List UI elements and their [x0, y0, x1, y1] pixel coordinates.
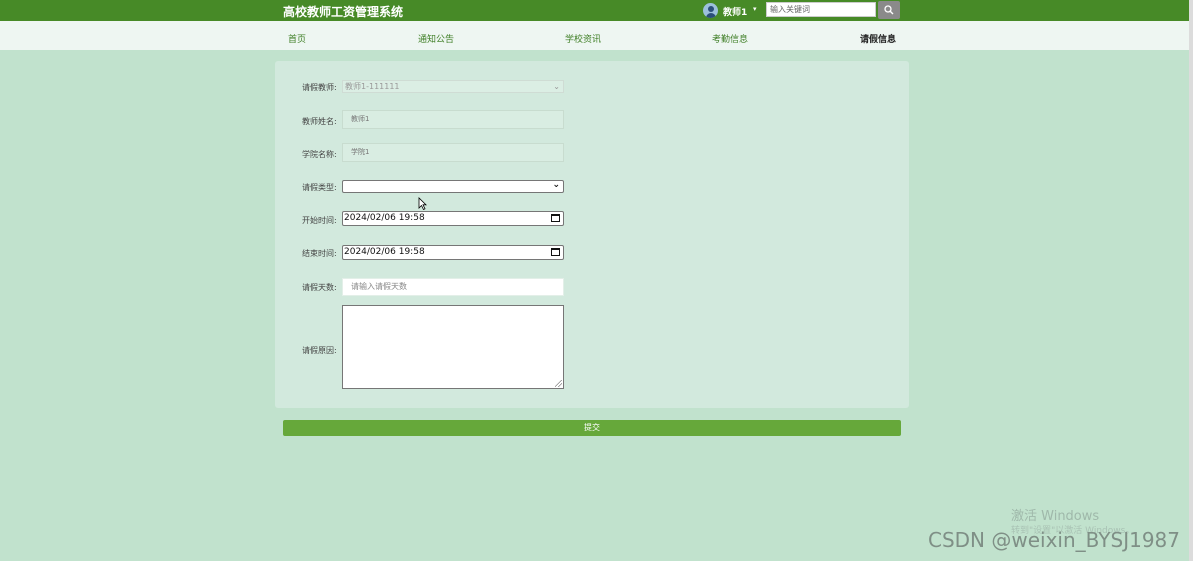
leave-days-input[interactable]: 请输入请假天数: [342, 278, 564, 296]
leave-type-select[interactable]: ⌄: [342, 180, 564, 193]
search-input[interactable]: [766, 2, 876, 17]
end-time-input[interactable]: 2024/02/06 19:58: [342, 245, 564, 260]
nav-item-attendance[interactable]: 考勤信息: [712, 32, 748, 45]
college-label: 学院名称:: [302, 150, 337, 159]
avatar-head-shape: [708, 6, 714, 12]
start-time-value: 2024/02/06 19:58: [344, 213, 425, 223]
chevron-down-icon: ⌄: [553, 82, 560, 91]
end-time-value: 2024/02/06 19:58: [344, 247, 425, 257]
leave-type-label: 请假类型:: [302, 183, 337, 192]
user-menu-chevron-icon[interactable]: ▾: [753, 5, 757, 13]
mouse-cursor-icon: [418, 197, 427, 210]
college-name-field: 学院1: [342, 143, 564, 162]
main-nav: 首页 通知公告 学校资讯 考勤信息 请假信息: [0, 21, 1193, 50]
submit-button[interactable]: 提交: [283, 420, 901, 436]
user-name[interactable]: 教师1: [723, 5, 747, 18]
chevron-down-icon: ⌄: [552, 180, 560, 190]
search-button[interactable]: [878, 1, 900, 19]
teacher-name-field: 教师1: [342, 110, 564, 129]
top-bar: 高校教师工资管理系统 教师1 ▾: [0, 0, 1193, 21]
teacher-select-value: 教师1-111111: [345, 82, 400, 91]
resize-handle-icon[interactable]: [555, 380, 562, 387]
leave-days-label: 请假天数:: [302, 283, 337, 292]
nav-item-home[interactable]: 首页: [288, 32, 306, 45]
end-time-label: 结束时间:: [302, 249, 337, 258]
name-label: 教师姓名:: [302, 117, 337, 126]
teacher-label: 请假教师:: [302, 83, 337, 92]
leave-reason-label: 请假原因:: [302, 346, 337, 355]
calendar-icon[interactable]: [551, 248, 560, 256]
page-scrollbar[interactable]: [1189, 0, 1193, 561]
nav-item-school-news[interactable]: 学校资讯: [565, 32, 601, 45]
site-title: 高校教师工资管理系统: [283, 5, 404, 19]
csdn-watermark: CSDN @weixin_BYSJ1987: [928, 528, 1181, 552]
start-time-input[interactable]: 2024/02/06 19:58: [342, 211, 564, 226]
windows-activation-watermark: 激活 Windows: [1011, 509, 1100, 524]
user-avatar[interactable]: [703, 3, 718, 18]
search-icon: [884, 5, 894, 15]
leave-reason-textarea[interactable]: [342, 305, 564, 389]
nav-item-leave[interactable]: 请假信息: [860, 32, 896, 45]
nav-item-notices[interactable]: 通知公告: [418, 32, 454, 45]
start-time-label: 开始时间:: [302, 216, 337, 225]
teacher-select: 教师1-111111 ⌄: [342, 80, 564, 93]
avatar-body-shape: [706, 13, 716, 18]
calendar-icon[interactable]: [551, 214, 560, 222]
